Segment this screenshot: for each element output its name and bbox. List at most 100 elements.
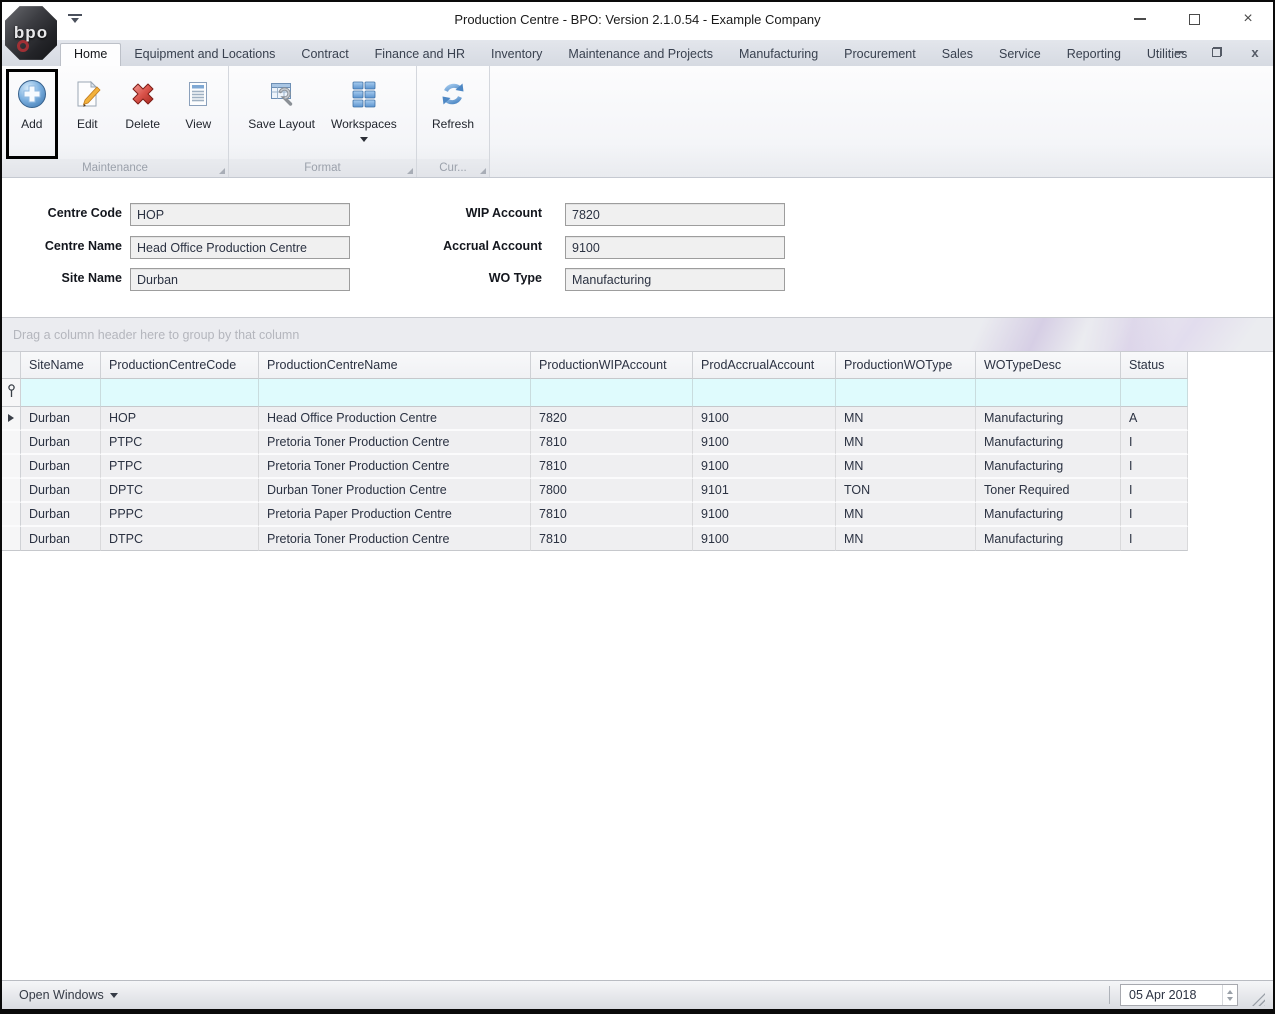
grid-cell[interactable]: Toner Required <box>976 479 1121 503</box>
grid-cell[interactable]: I <box>1121 503 1188 527</box>
column-header-prodaccrualaccount[interactable]: ProdAccrualAccount <box>693 352 836 379</box>
table-row[interactable]: Durban HOP Head Office Production Centre… <box>2 407 1273 431</box>
grid-cell[interactable]: Manufacturing <box>976 407 1121 431</box>
filter-cell[interactable] <box>1121 379 1188 407</box>
spinner-up-icon[interactable] <box>1227 989 1233 994</box>
filter-cell[interactable] <box>531 379 693 407</box>
add-button[interactable]: Add <box>6 69 58 159</box>
filter-cell[interactable] <box>21 379 101 407</box>
wo-type-field[interactable]: Manufacturing <box>565 268 785 291</box>
grid-cell[interactable]: HOP <box>101 407 259 431</box>
spinner-down-icon[interactable] <box>1227 996 1233 1001</box>
grid-cell[interactable]: 9100 <box>693 431 836 455</box>
grid-cell[interactable]: Manufacturing <box>976 455 1121 479</box>
edit-button[interactable]: Edit <box>62 70 113 156</box>
grid-cell[interactable]: Durban <box>21 431 101 455</box>
site-name-field[interactable]: Durban <box>130 268 350 291</box>
grid-cell[interactable]: Manufacturing <box>976 503 1121 527</box>
workspaces-button[interactable]: Workspaces <box>325 70 403 156</box>
tab-procurement[interactable]: Procurement <box>831 43 929 66</box>
grid-cell[interactable]: Pretoria Toner Production Centre <box>259 431 531 455</box>
grid-cell[interactable]: Durban <box>21 455 101 479</box>
centre-name-field[interactable]: Head Office Production Centre <box>130 236 350 259</box>
grid-cell[interactable]: 7810 <box>531 503 693 527</box>
grid-cell[interactable]: 9101 <box>693 479 836 503</box>
grid-cell[interactable]: Manufacturing <box>976 527 1121 551</box>
grid-cell[interactable]: Durban <box>21 527 101 551</box>
refresh-button[interactable]: Refresh <box>426 70 480 156</box>
grid-cell[interactable]: 7800 <box>531 479 693 503</box>
table-row[interactable]: Durban PTPC Pretoria Toner Production Ce… <box>2 455 1273 479</box>
grid-cell[interactable]: Manufacturing <box>976 431 1121 455</box>
column-header-wotypedesc[interactable]: WOTypeDesc <box>976 352 1121 379</box>
grid-cell[interactable]: Pretoria Toner Production Centre <box>259 455 531 479</box>
column-header-productionwipaccount[interactable]: ProductionWIPAccount <box>531 352 693 379</box>
grid-cell[interactable]: 9100 <box>693 527 836 551</box>
grid-cell[interactable]: Durban Toner Production Centre <box>259 479 531 503</box>
tab-home[interactable]: Home <box>60 43 122 66</box>
table-row[interactable]: Durban PPPC Pretoria Paper Production Ce… <box>2 503 1273 527</box>
close-icon[interactable]: × <box>1235 8 1261 30</box>
tab-equipment-and-locations[interactable]: Equipment and Locations <box>121 43 288 66</box>
grid-cell[interactable]: 9100 <box>693 503 836 527</box>
table-row[interactable]: Durban PTPC Pretoria Toner Production Ce… <box>2 431 1273 455</box>
tab-sales[interactable]: Sales <box>929 43 986 66</box>
grid-cell[interactable]: Durban <box>21 479 101 503</box>
open-windows-button[interactable]: Open Windows <box>19 988 118 1002</box>
centre-code-field[interactable]: HOP <box>130 203 350 226</box>
grid-cell[interactable]: Head Office Production Centre <box>259 407 531 431</box>
column-header-productioncentrename[interactable]: ProductionCentreName <box>259 352 531 379</box>
accrual-account-field[interactable]: 9100 <box>565 236 785 259</box>
tab-manufacturing[interactable]: Manufacturing <box>726 43 831 66</box>
grid-cell[interactable]: I <box>1121 455 1188 479</box>
dialog-launcher-icon[interactable] <box>407 168 413 174</box>
grid-cell[interactable]: Durban <box>21 407 101 431</box>
maximize-icon[interactable] <box>1181 8 1207 30</box>
grid-cell[interactable]: I <box>1121 527 1188 551</box>
table-row[interactable]: Durban DTPC Pretoria Toner Production Ce… <box>2 527 1273 551</box>
date-picker[interactable]: 05 Apr 2018 <box>1120 984 1238 1006</box>
grid-cell[interactable]: 9100 <box>693 455 836 479</box>
grid-cell[interactable]: DTPC <box>101 527 259 551</box>
tab-inventory[interactable]: Inventory <box>478 43 555 66</box>
grid-cell[interactable]: I <box>1121 479 1188 503</box>
minimize-icon[interactable] <box>1127 8 1153 30</box>
grid-cell[interactable]: I <box>1121 431 1188 455</box>
filter-cell[interactable] <box>693 379 836 407</box>
column-header-status[interactable]: Status <box>1121 352 1188 379</box>
tab-reporting[interactable]: Reporting <box>1054 43 1134 66</box>
column-header-sitename[interactable]: SiteName <box>21 352 101 379</box>
delete-button[interactable]: Delete <box>117 70 168 156</box>
save-layout-button[interactable]: Save Layout <box>242 70 321 156</box>
view-button[interactable]: View <box>173 70 224 156</box>
grid-cell[interactable]: 9100 <box>693 407 836 431</box>
grid-cell[interactable]: TON <box>836 479 976 503</box>
grid-cell[interactable]: MN <box>836 431 976 455</box>
table-row[interactable]: Durban DPTC Durban Toner Production Cent… <box>2 479 1273 503</box>
filter-cell[interactable] <box>101 379 259 407</box>
grid-cell[interactable]: MN <box>836 407 976 431</box>
grid-cell[interactable]: 7810 <box>531 527 693 551</box>
grid-cell[interactable]: PTPC <box>101 455 259 479</box>
grid-cell[interactable]: DPTC <box>101 479 259 503</box>
column-header-productioncentrecode[interactable]: ProductionCentreCode <box>101 352 259 379</box>
grid-cell[interactable]: Pretoria Toner Production Centre <box>259 527 531 551</box>
grid-cell[interactable]: Durban <box>21 503 101 527</box>
grid-cell[interactable]: 7810 <box>531 431 693 455</box>
filter-cell[interactable] <box>259 379 531 407</box>
tab-contract[interactable]: Contract <box>288 43 361 66</box>
tab-finance-and-hr[interactable]: Finance and HR <box>362 43 478 66</box>
date-spinner[interactable] <box>1222 985 1237 1005</box>
grid-cell[interactable]: Pretoria Paper Production Centre <box>259 503 531 527</box>
filter-cell[interactable] <box>976 379 1121 407</box>
tab-maintenance-and-projects[interactable]: Maintenance and Projects <box>555 43 726 66</box>
resize-grip[interactable] <box>1252 993 1265 1006</box>
dialog-launcher-icon[interactable] <box>480 168 486 174</box>
column-header-productionwotype[interactable]: ProductionWOType <box>836 352 976 379</box>
mdi-minimize-icon[interactable] <box>1171 44 1187 60</box>
mdi-close-icon[interactable]: x <box>1247 44 1263 60</box>
group-by-panel[interactable]: Drag a column header here to group by th… <box>2 318 1273 352</box>
tab-service[interactable]: Service <box>986 43 1054 66</box>
grid-cell[interactable]: MN <box>836 527 976 551</box>
grid-cell[interactable]: PPPC <box>101 503 259 527</box>
